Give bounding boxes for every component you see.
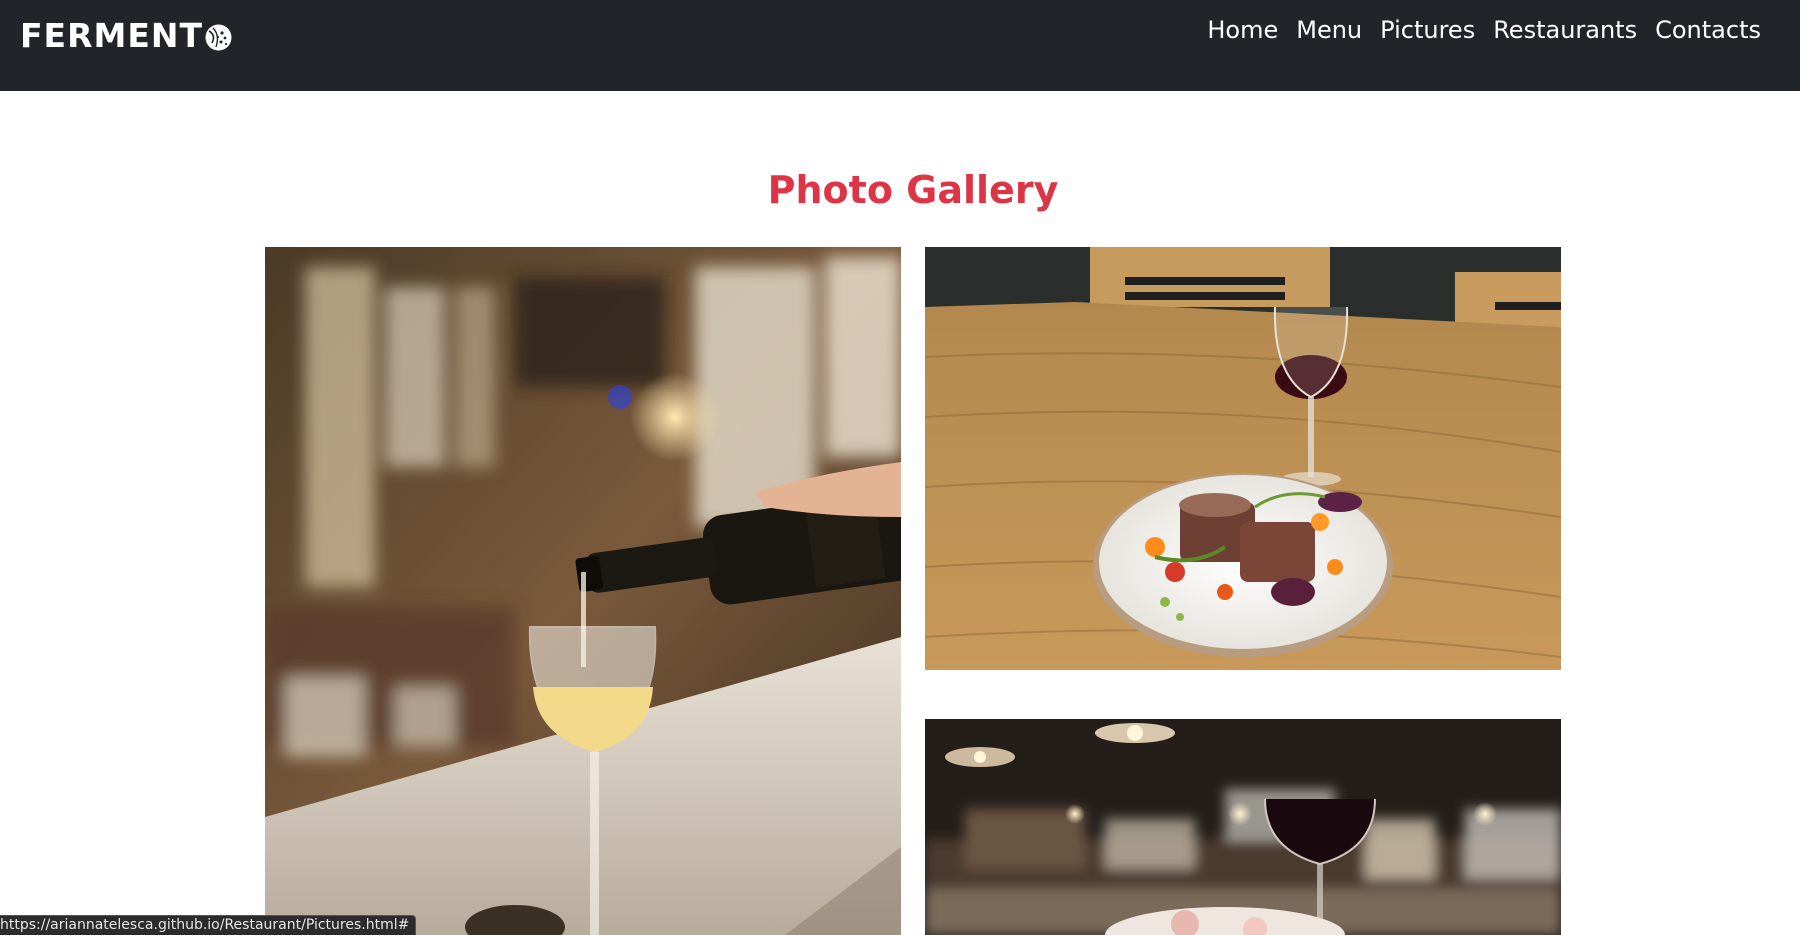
olive-icon	[204, 21, 233, 50]
nav-link-menu[interactable]: Menu	[1287, 14, 1371, 46]
nav-link-pictures[interactable]: Pictures	[1371, 14, 1484, 46]
nav-links: Home Menu Pictures Restaurants Contacts	[1198, 14, 1770, 46]
nav-link-home[interactable]: Home	[1198, 14, 1287, 46]
gallery-photo-restaurant-interior[interactable]	[925, 719, 1561, 935]
status-bar-url: https://ariannatelesca.github.io/Restaur…	[0, 915, 417, 935]
brand-name: FERMENT	[20, 15, 204, 55]
navbar: FERMENT Home Menu Pictures Restaurants C…	[0, 0, 1800, 91]
gallery-photo-steak-plate[interactable]	[925, 247, 1561, 670]
brand-logo[interactable]: FERMENT	[20, 15, 233, 55]
nav-link-restaurants[interactable]: Restaurants	[1484, 14, 1646, 46]
page-title: Photo Gallery	[767, 168, 1059, 213]
nav-link-contacts[interactable]: Contacts	[1646, 14, 1770, 46]
gallery-photo-wine-pouring[interactable]	[265, 247, 901, 935]
